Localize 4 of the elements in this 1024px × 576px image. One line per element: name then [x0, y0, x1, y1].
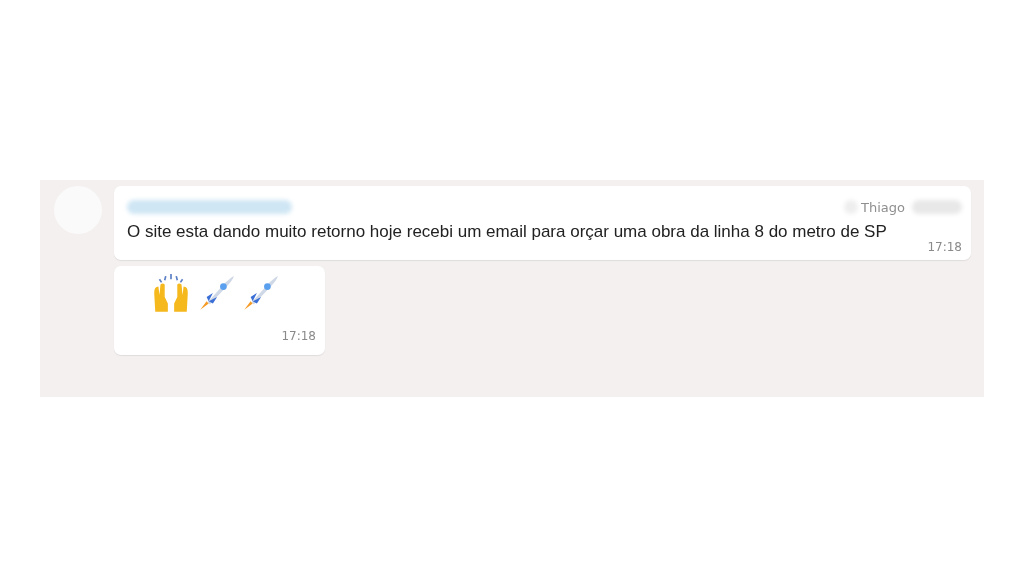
- message-text: O site esta dando muito retorno hoje recebi um email para orçar uma obra da linha 8 do metro de SP: [127, 221, 888, 243]
- message-time: 17:18: [280, 329, 316, 343]
- sender-name: Thiago: [861, 199, 905, 215]
- message-time: 17:18: [926, 240, 962, 254]
